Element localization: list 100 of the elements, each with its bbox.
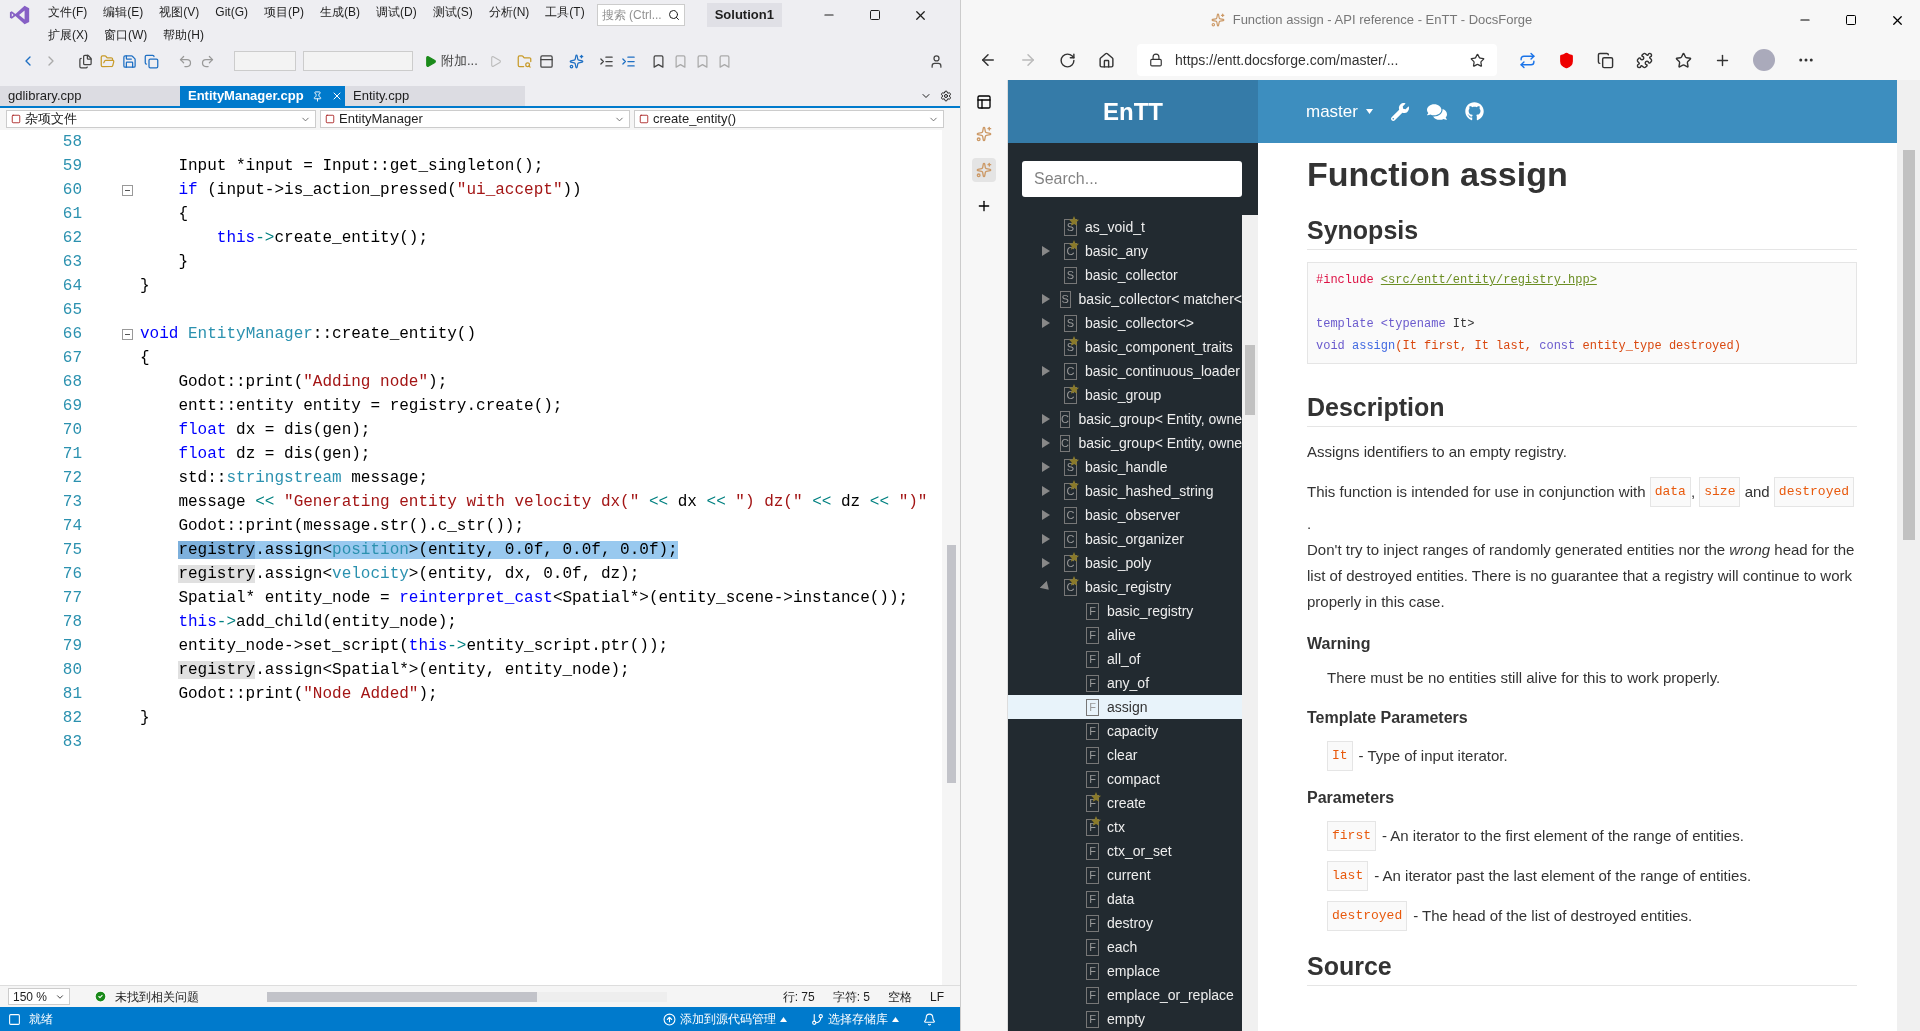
tree-item[interactable]: F compact — [1008, 767, 1242, 791]
tree-item[interactable]: F data — [1008, 887, 1242, 911]
tree-item[interactable]: S basic_collector<> — [1008, 311, 1242, 335]
collapse-icon[interactable] — [122, 328, 133, 340]
navigation-dropdown[interactable]: EntityManager — [320, 110, 630, 128]
collapsed-arrow-icon[interactable] — [1042, 486, 1050, 496]
collections-icon[interactable] — [1597, 51, 1614, 69]
tree-item[interactable]: S basic_handle — [1008, 455, 1242, 479]
tree-item[interactable]: S basic_collector< matcher< — [1008, 287, 1242, 311]
repository-button[interactable]: 选择存储库 — [811, 1010, 899, 1028]
collapsed-arrow-icon[interactable] — [1042, 438, 1050, 448]
cursor-position[interactable]: LF — [930, 987, 944, 1006]
page-scrollbar[interactable] — [1897, 80, 1920, 1031]
collapsed-arrow-icon[interactable] — [1042, 558, 1050, 568]
menu-item[interactable]: 文件(F) — [40, 2, 96, 21]
github-icon[interactable] — [1464, 102, 1484, 121]
home-icon[interactable] — [1098, 51, 1115, 69]
collapsed-arrow-icon[interactable] — [1042, 366, 1050, 376]
menu-item[interactable]: 工具(T) — [537, 2, 593, 21]
tree-item[interactable]: F ctx_or_set — [1008, 839, 1242, 863]
comments-icon[interactable] — [1426, 101, 1447, 122]
vertical-scrollbar[interactable] — [942, 130, 960, 985]
refresh-icon[interactable] — [1059, 51, 1076, 69]
cursor-position[interactable]: 行: 75 — [782, 987, 815, 1006]
bell-icon[interactable] — [923, 1012, 936, 1026]
tree-item[interactable]: F clear — [1008, 743, 1242, 767]
bookmark-icon[interactable] — [650, 53, 666, 69]
menu-item[interactable]: 扩展(X) — [40, 25, 96, 44]
tree-item[interactable]: C basic_observer — [1008, 503, 1242, 527]
tree-item[interactable]: C basic_continuous_loader — [1008, 359, 1242, 383]
tree-item[interactable]: F emplace_or_replace — [1008, 983, 1242, 1007]
window-icon[interactable] — [538, 53, 554, 69]
cursor-position[interactable]: 字符: 5 — [832, 987, 870, 1006]
menu-item[interactable]: Git(G) — [207, 2, 256, 21]
menu-item[interactable]: 编辑(E) — [95, 2, 152, 21]
tree-item[interactable]: F empty — [1008, 1007, 1242, 1031]
menu-item[interactable]: 调试(D) — [368, 2, 425, 21]
menu-item[interactable]: 分析(N) — [480, 2, 538, 21]
tree-item[interactable]: F capacity — [1008, 719, 1242, 743]
navigation-dropdown[interactable]: 杂项文件 — [6, 110, 316, 128]
search-field[interactable]: Search... — [1022, 161, 1242, 197]
menu-item[interactable]: 视图(V) — [151, 2, 208, 21]
collapsed-arrow-icon[interactable] — [1042, 462, 1050, 472]
tree-item[interactable]: F basic_registry — [1008, 599, 1242, 623]
collapsed-arrow-icon[interactable] — [1042, 318, 1050, 328]
menu-item[interactable]: 帮助(H) — [155, 25, 212, 44]
tree-item[interactable]: F any_of — [1008, 671, 1242, 695]
collapsed-arrow-icon[interactable] — [1042, 534, 1050, 544]
attach-button[interactable]: 附加... — [420, 51, 482, 71]
editor-tab[interactable]: EntityManager.cpp — [180, 86, 345, 106]
tree-item[interactable]: S basic_collector — [1008, 263, 1242, 287]
menu-item[interactable]: 项目(P) — [256, 2, 312, 21]
tree-item[interactable]: C basic_organizer — [1008, 527, 1242, 551]
undo-icon[interactable] — [178, 53, 193, 69]
menu-item[interactable]: 生成(B) — [312, 2, 368, 21]
tree-item[interactable]: S basic_component_traits — [1008, 335, 1242, 359]
issues-status[interactable]: 未找到相关问题 — [115, 987, 199, 1006]
collapsed-arrow-icon[interactable] — [1042, 510, 1050, 520]
menu-item[interactable]: 窗口(W) — [96, 25, 156, 44]
back-icon[interactable] — [979, 51, 997, 69]
address-bar[interactable]: https://entt.docsforge.com/master/... — [1137, 44, 1497, 76]
tab-icon[interactable] — [976, 126, 992, 142]
tree-item[interactable]: F emplace — [1008, 959, 1242, 983]
pin-icon[interactable] — [311, 90, 323, 102]
tree-item[interactable]: F current — [1008, 863, 1242, 887]
menu-item[interactable]: 测试(S) — [424, 2, 481, 21]
new-tab-icon[interactable] — [976, 198, 992, 214]
version-dropdown[interactable]: master — [1306, 98, 1373, 125]
editor-tab[interactable]: gdlibrary.cpp — [0, 86, 180, 106]
tree-item[interactable]: F destroy — [1008, 911, 1242, 935]
settings-icon[interactable] — [940, 90, 952, 102]
shield-icon[interactable] — [1558, 51, 1575, 69]
extension-icon[interactable] — [1636, 51, 1653, 69]
collapse-icon[interactable] — [122, 184, 133, 196]
horizontal-scrollbar[interactable] — [267, 991, 667, 1002]
tree-item[interactable]: F each — [1008, 935, 1242, 959]
tree-item[interactable]: S as_void_t — [1008, 215, 1242, 239]
tab-actions-icon[interactable] — [976, 94, 992, 110]
source-control-button[interactable]: 添加到源代码管理 — [663, 1010, 787, 1028]
tree-item[interactable]: F all_of — [1008, 647, 1242, 671]
brand-name[interactable]: EnTT — [1103, 93, 1163, 130]
redo-icon[interactable] — [200, 53, 215, 69]
wrench-icon[interactable] — [1390, 102, 1409, 121]
cursor-position[interactable]: 空格 — [888, 987, 912, 1006]
zoom-dropdown[interactable]: 150 % — [8, 988, 70, 1005]
sidebar-scrollbar[interactable] — [1242, 215, 1258, 1031]
editor-tab[interactable]: Entity.cpp — [345, 86, 525, 106]
collapsed-arrow-icon[interactable] — [1042, 294, 1050, 304]
indent-icon[interactable] — [598, 53, 614, 69]
collapsed-arrow-icon[interactable] — [1042, 246, 1050, 256]
navigation-dropdown[interactable]: create_entity() — [634, 110, 944, 128]
tree-item[interactable]: C basic_group< Entity, owne — [1008, 407, 1242, 431]
tree-item[interactable]: F alive — [1008, 623, 1242, 647]
sync-icon[interactable] — [1519, 51, 1536, 69]
tree-item[interactable]: F assign — [1008, 695, 1242, 719]
collapsed-arrow-icon[interactable] — [1042, 414, 1050, 424]
favorites-icon[interactable] — [1675, 51, 1692, 69]
tree-item[interactable]: C basic_group< Entity, owne — [1008, 431, 1242, 455]
search-field[interactable]: 搜索 (Ctrl... — [596, 4, 685, 26]
save-icon[interactable] — [122, 53, 137, 69]
